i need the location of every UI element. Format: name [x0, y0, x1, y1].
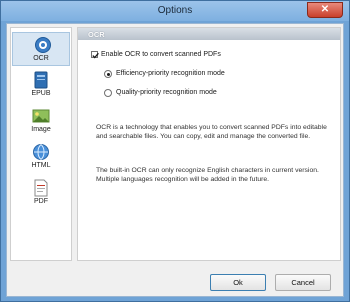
- efficiency-mode-radio[interactable]: [104, 70, 112, 78]
- image-icon: [32, 107, 50, 125]
- ocr-settings-panel: OCR Enable OCR to convert scanned PDFs E…: [77, 27, 341, 261]
- quality-mode-label[interactable]: Quality-priority recognition mode: [116, 89, 217, 96]
- ocr-icon: [34, 36, 52, 54]
- epub-icon: [32, 71, 50, 89]
- efficiency-mode-label[interactable]: Efficiency-priority recognition mode: [116, 70, 225, 77]
- sidebar-item-label: PDF: [34, 198, 48, 205]
- enable-ocr-checkbox[interactable]: [91, 51, 99, 59]
- quality-mode-radio[interactable]: [104, 89, 112, 97]
- close-button[interactable]: ✕: [307, 2, 343, 18]
- panel-title: OCR: [88, 30, 105, 39]
- ocr-language-note: The built-in OCR can only recognize Engl…: [96, 167, 319, 183]
- ocr-description: OCR is a technology that enables you to …: [96, 124, 327, 140]
- sidebar-item-ocr[interactable]: OCR: [12, 32, 70, 66]
- sidebar-item-label: EPUB: [31, 90, 51, 97]
- window-title: Options: [157, 5, 193, 16]
- options-dialog: Options ✕ OCR EPUB Image HTML PDF OCR En…: [0, 0, 350, 302]
- sidebar-item-pdf[interactable]: PDF: [11, 176, 71, 210]
- html-icon: [32, 143, 50, 161]
- dialog-footer: Ok Cancel: [7, 264, 343, 296]
- sidebar-item-label: Image: [31, 126, 51, 133]
- category-sidebar: OCR EPUB Image HTML PDF: [10, 27, 72, 261]
- title-bar: Options ✕: [1, 1, 349, 21]
- sidebar-item-html[interactable]: HTML: [11, 140, 71, 174]
- dialog-client-area: OCR EPUB Image HTML PDF OCR Enable OCR t…: [6, 23, 344, 297]
- sidebar-item-image[interactable]: Image: [11, 104, 71, 138]
- sidebar-item-epub[interactable]: EPUB: [11, 68, 71, 102]
- cancel-button[interactable]: Cancel: [275, 274, 331, 291]
- pdf-icon: [32, 179, 50, 197]
- enable-ocr-label[interactable]: Enable OCR to convert scanned PDFs: [101, 51, 221, 58]
- sidebar-item-label: HTML: [31, 162, 51, 169]
- sidebar-item-label: OCR: [33, 55, 49, 62]
- panel-header: OCR: [78, 28, 340, 40]
- ok-button[interactable]: Ok: [210, 274, 266, 291]
